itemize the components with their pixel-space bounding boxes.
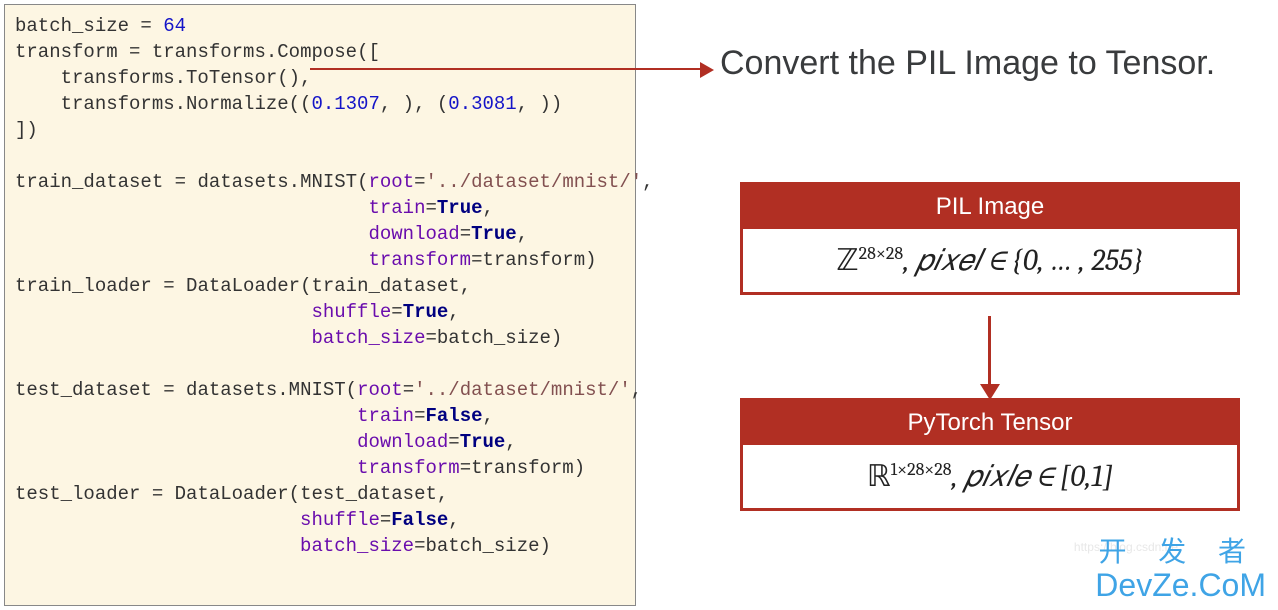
box-math: ℤ28×28, 𝑝𝑖𝑥𝑒𝑙 ∈ {0, … , 255} [743, 229, 1237, 292]
math-r: ℝ [867, 459, 891, 494]
str: '../dataset/mnist/' [426, 171, 643, 193]
pil-image-box: PIL Image ℤ28×28, 𝑝𝑖𝑥𝑒𝑙 ∈ {0, … , 255} [740, 182, 1240, 295]
kwarg: shuffle [311, 301, 391, 323]
kwarg: shuffle [300, 509, 380, 531]
box-title: PyTorch Tensor [743, 401, 1237, 445]
kwarg: download [368, 223, 459, 245]
text: , ), ( [380, 93, 448, 115]
text: , )) [517, 93, 563, 115]
bool: True [403, 301, 449, 323]
bool: True [471, 223, 517, 245]
kwarg: batch_size [300, 535, 414, 557]
arrow-line [988, 316, 991, 386]
bool: True [460, 431, 506, 453]
arrow-right-icon [700, 62, 714, 78]
tensor-box: PyTorch Tensor ℝ1×28×28, 𝑝𝑖𝑥𝑙𝑒 ∈ [0,1] [740, 398, 1240, 511]
var: batch_size [15, 15, 129, 37]
call: DataLoader( [175, 483, 300, 505]
sup: 28×28 [859, 243, 903, 264]
arrow-line [310, 68, 705, 70]
watermark-cn: 开 发 者 [1098, 530, 1258, 570]
num: 0.1307 [311, 93, 379, 115]
str: '../dataset/mnist/' [414, 379, 631, 401]
bool: False [425, 405, 482, 427]
annotation-text: Convert the PIL Image to Tensor. [720, 44, 1215, 83]
call: datasets.MNIST( [186, 379, 357, 401]
num: 0.3081 [448, 93, 516, 115]
kwarg: transform [368, 249, 471, 271]
kwarg: batch_size [311, 327, 425, 349]
call: transforms.Normalize(( [61, 93, 312, 115]
bool: True [437, 197, 483, 219]
call: DataLoader( [186, 275, 311, 297]
var: test_dataset [15, 379, 152, 401]
kwarg: root [357, 379, 403, 401]
box-math: ℝ1×28×28, 𝑝𝑖𝑥𝑙𝑒 ∈ [0,1] [743, 445, 1237, 508]
num: 64 [163, 15, 186, 37]
math-z: ℤ [836, 243, 858, 278]
kwarg: transform [357, 457, 460, 479]
var: train_dataset [15, 171, 163, 193]
call: transforms.Compose([ [152, 41, 380, 63]
call: datasets.MNIST( [197, 171, 368, 193]
code-block: batch_size = 64 transform = transforms.C… [4, 4, 636, 606]
text: ]) [15, 119, 38, 141]
kwarg: root [368, 171, 414, 193]
box-title: PIL Image [743, 185, 1237, 229]
kwarg: train [357, 405, 414, 427]
var: test_loader [15, 483, 140, 505]
rest: , 𝑝𝑖𝑥𝑒𝑙 ∈ {0, … , 255} [903, 243, 1144, 278]
kwarg: download [357, 431, 448, 453]
watermark-en: DevZe.CoM [1095, 567, 1266, 604]
rest: , 𝑝𝑖𝑥𝑙𝑒 ∈ [0,1] [952, 459, 1114, 494]
var: train_loader [15, 275, 152, 297]
var: transform [15, 41, 118, 63]
call: transforms.ToTensor(), [61, 67, 312, 89]
kwarg: train [368, 197, 425, 219]
bool: False [391, 509, 448, 531]
sup: 1×28×28 [891, 459, 952, 480]
